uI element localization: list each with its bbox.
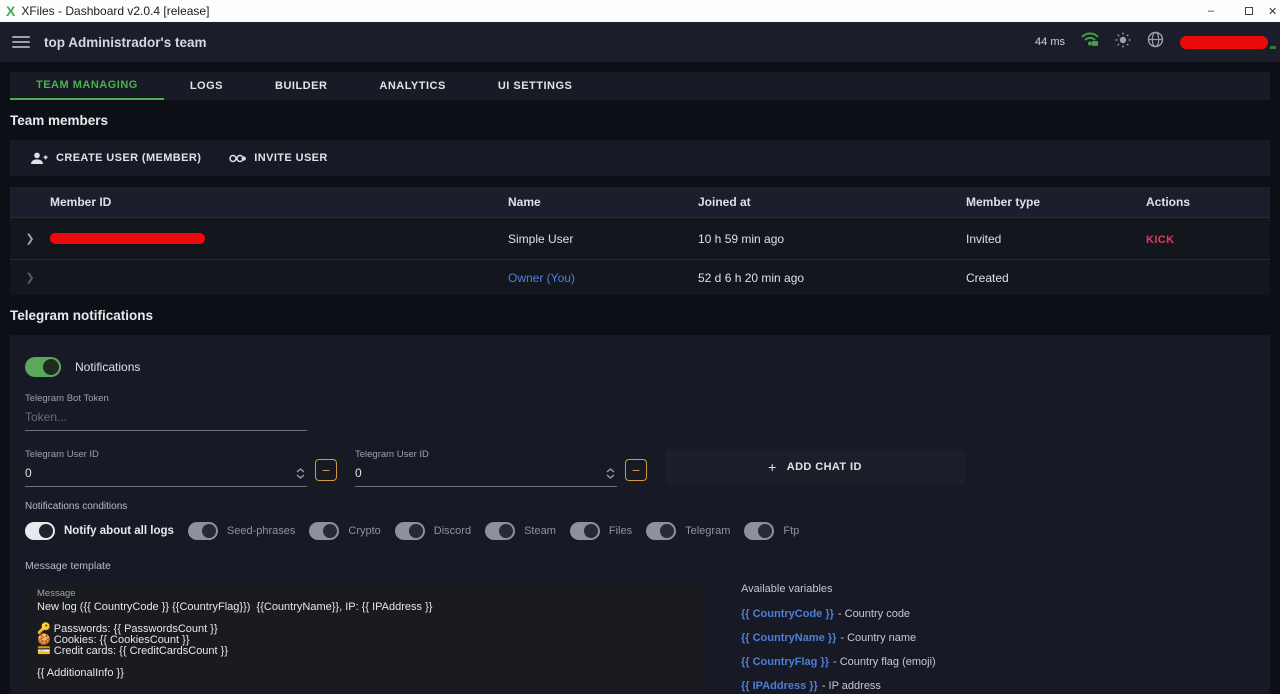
member-joined: 10 h 59 min ago <box>698 232 966 246</box>
restore-button[interactable] <box>1230 0 1268 22</box>
toggle-files[interactable] <box>570 522 600 540</box>
table-header: Member ID Name Joined at Member type Act… <box>10 187 1270 217</box>
expand-row-icon[interactable]: ❯ <box>10 232 50 245</box>
tab-ui-settings[interactable]: UI SETTINGS <box>472 72 599 100</box>
message-template-label: Message template <box>25 560 1255 572</box>
tab-analytics[interactable]: ANALYTICS <box>353 72 471 100</box>
owner-name-link[interactable]: Owner (You) <box>508 271 575 285</box>
menu-icon[interactable] <box>12 33 30 51</box>
telegram-panel: Notifications Telegram Bot Token Telegra… <box>10 335 1270 694</box>
window-titlebar: X XFiles - Dashboard v2.0.4 [release] – … <box>0 0 1280 22</box>
invite-user-label: INVITE USER <box>254 152 327 164</box>
tab-team-managing[interactable]: TEAM MANAGING <box>10 72 164 100</box>
minimize-button[interactable]: – <box>1192 0 1230 22</box>
invite-user-button[interactable]: INVITE USER <box>229 152 327 164</box>
add-chat-id-label: ADD CHAT ID <box>787 461 862 473</box>
ping-value: 44 ms <box>1035 36 1065 48</box>
tab-logs[interactable]: LOGS <box>164 72 249 100</box>
team-title: top Administrador's team <box>44 35 206 50</box>
tab-builder[interactable]: BUILDER <box>249 72 353 100</box>
col-member-id: Member ID <box>50 195 508 209</box>
user-id-input[interactable] <box>355 464 617 487</box>
add-chat-id-button[interactable]: + ADD CHAT ID <box>665 449 965 485</box>
username-redacted[interactable] <box>1180 36 1268 49</box>
col-joined-at: Joined at <box>698 195 966 209</box>
variable-item: {{ IPAddress }}- IP address <box>741 680 1062 692</box>
bot-token-label: Telegram Bot Token <box>25 393 307 404</box>
bot-token-input[interactable] <box>25 408 307 431</box>
globe-icon[interactable] <box>1147 31 1164 53</box>
member-joined: 52 d 6 h 20 min ago <box>698 271 966 285</box>
kick-button[interactable]: KICK <box>1146 234 1175 246</box>
message-template-input[interactable]: Message New log ({{ CountryCode }} {{Cou… <box>25 581 705 694</box>
remove-chat-id-button[interactable]: − <box>625 459 647 481</box>
user-id-input[interactable] <box>25 464 307 487</box>
notifications-toggle-label: Notifications <box>75 360 140 374</box>
conditions-label: Notifications conditions <box>25 501 1255 512</box>
toggle-steam[interactable] <box>485 522 515 540</box>
message-inner-label: Message <box>37 588 693 599</box>
toggle-crypto[interactable] <box>309 522 339 540</box>
app-header: top Administrador's team 44 ms <box>0 22 1280 62</box>
member-type: Invited <box>966 232 1146 246</box>
team-members-heading: Team members <box>10 113 1270 128</box>
toggle-seed-phrases[interactable] <box>188 522 218 540</box>
close-button[interactable]: ✕ <box>1268 0 1280 22</box>
member-name: Simple User <box>508 232 698 246</box>
create-user-label: CREATE USER (MEMBER) <box>56 152 201 164</box>
spinner-arrows[interactable] <box>296 468 305 479</box>
variable-item: {{ CountryCode }}- Country code <box>741 608 1062 620</box>
window-title: XFiles - Dashboard v2.0.4 [release] <box>21 4 209 18</box>
members-toolbar: CREATE USER (MEMBER) INVITE USER <box>10 140 1270 176</box>
conditions-row: Notify about all logs Seed-phrases Crypt… <box>25 522 1255 540</box>
toggle-all-logs[interactable] <box>25 522 55 540</box>
wifi-lock-icon <box>1081 32 1099 52</box>
remove-chat-id-button[interactable]: − <box>315 459 337 481</box>
member-type: Created <box>966 271 1146 285</box>
create-user-button[interactable]: CREATE USER (MEMBER) <box>30 152 201 165</box>
spinner-arrows[interactable] <box>606 468 615 479</box>
available-variables: Available variables {{ CountryCode }}- C… <box>741 581 1062 694</box>
variable-item: {{ CountryFlag }}- Country flag (emoji) <box>741 656 1062 668</box>
notifications-toggle[interactable] <box>25 357 61 377</box>
member-id-redacted <box>50 233 205 244</box>
user-id-label: Telegram User ID <box>355 449 617 460</box>
toggle-ftp[interactable] <box>744 522 774 540</box>
members-table: Member ID Name Joined at Member type Act… <box>10 187 1270 295</box>
table-row: ❯ Owner (You) 52 d 6 h 20 min ago Create… <box>10 259 1270 295</box>
link-icon <box>229 153 246 164</box>
col-member-type: Member type <box>966 195 1146 209</box>
telegram-heading: Telegram notifications <box>10 308 1270 323</box>
toggle-telegram[interactable] <box>646 522 676 540</box>
col-name: Name <box>508 195 698 209</box>
brightness-icon[interactable] <box>1115 32 1131 53</box>
person-add-icon <box>30 152 48 165</box>
user-id-label: Telegram User ID <box>25 449 307 460</box>
expand-row-icon[interactable]: ❯ <box>10 271 50 284</box>
toggle-discord[interactable] <box>395 522 425 540</box>
variable-item: {{ CountryName }}- Country name <box>741 632 1062 644</box>
table-row: ❯ Simple User 10 h 59 min ago Invited KI… <box>10 217 1270 259</box>
xfiles-logo-icon: X <box>6 4 15 18</box>
plus-icon: + <box>768 459 777 475</box>
col-actions: Actions <box>1146 195 1270 209</box>
main-tabs: TEAM MANAGING LOGS BUILDER ANALYTICS UI … <box>10 72 1270 100</box>
variables-heading: Available variables <box>741 583 1062 595</box>
